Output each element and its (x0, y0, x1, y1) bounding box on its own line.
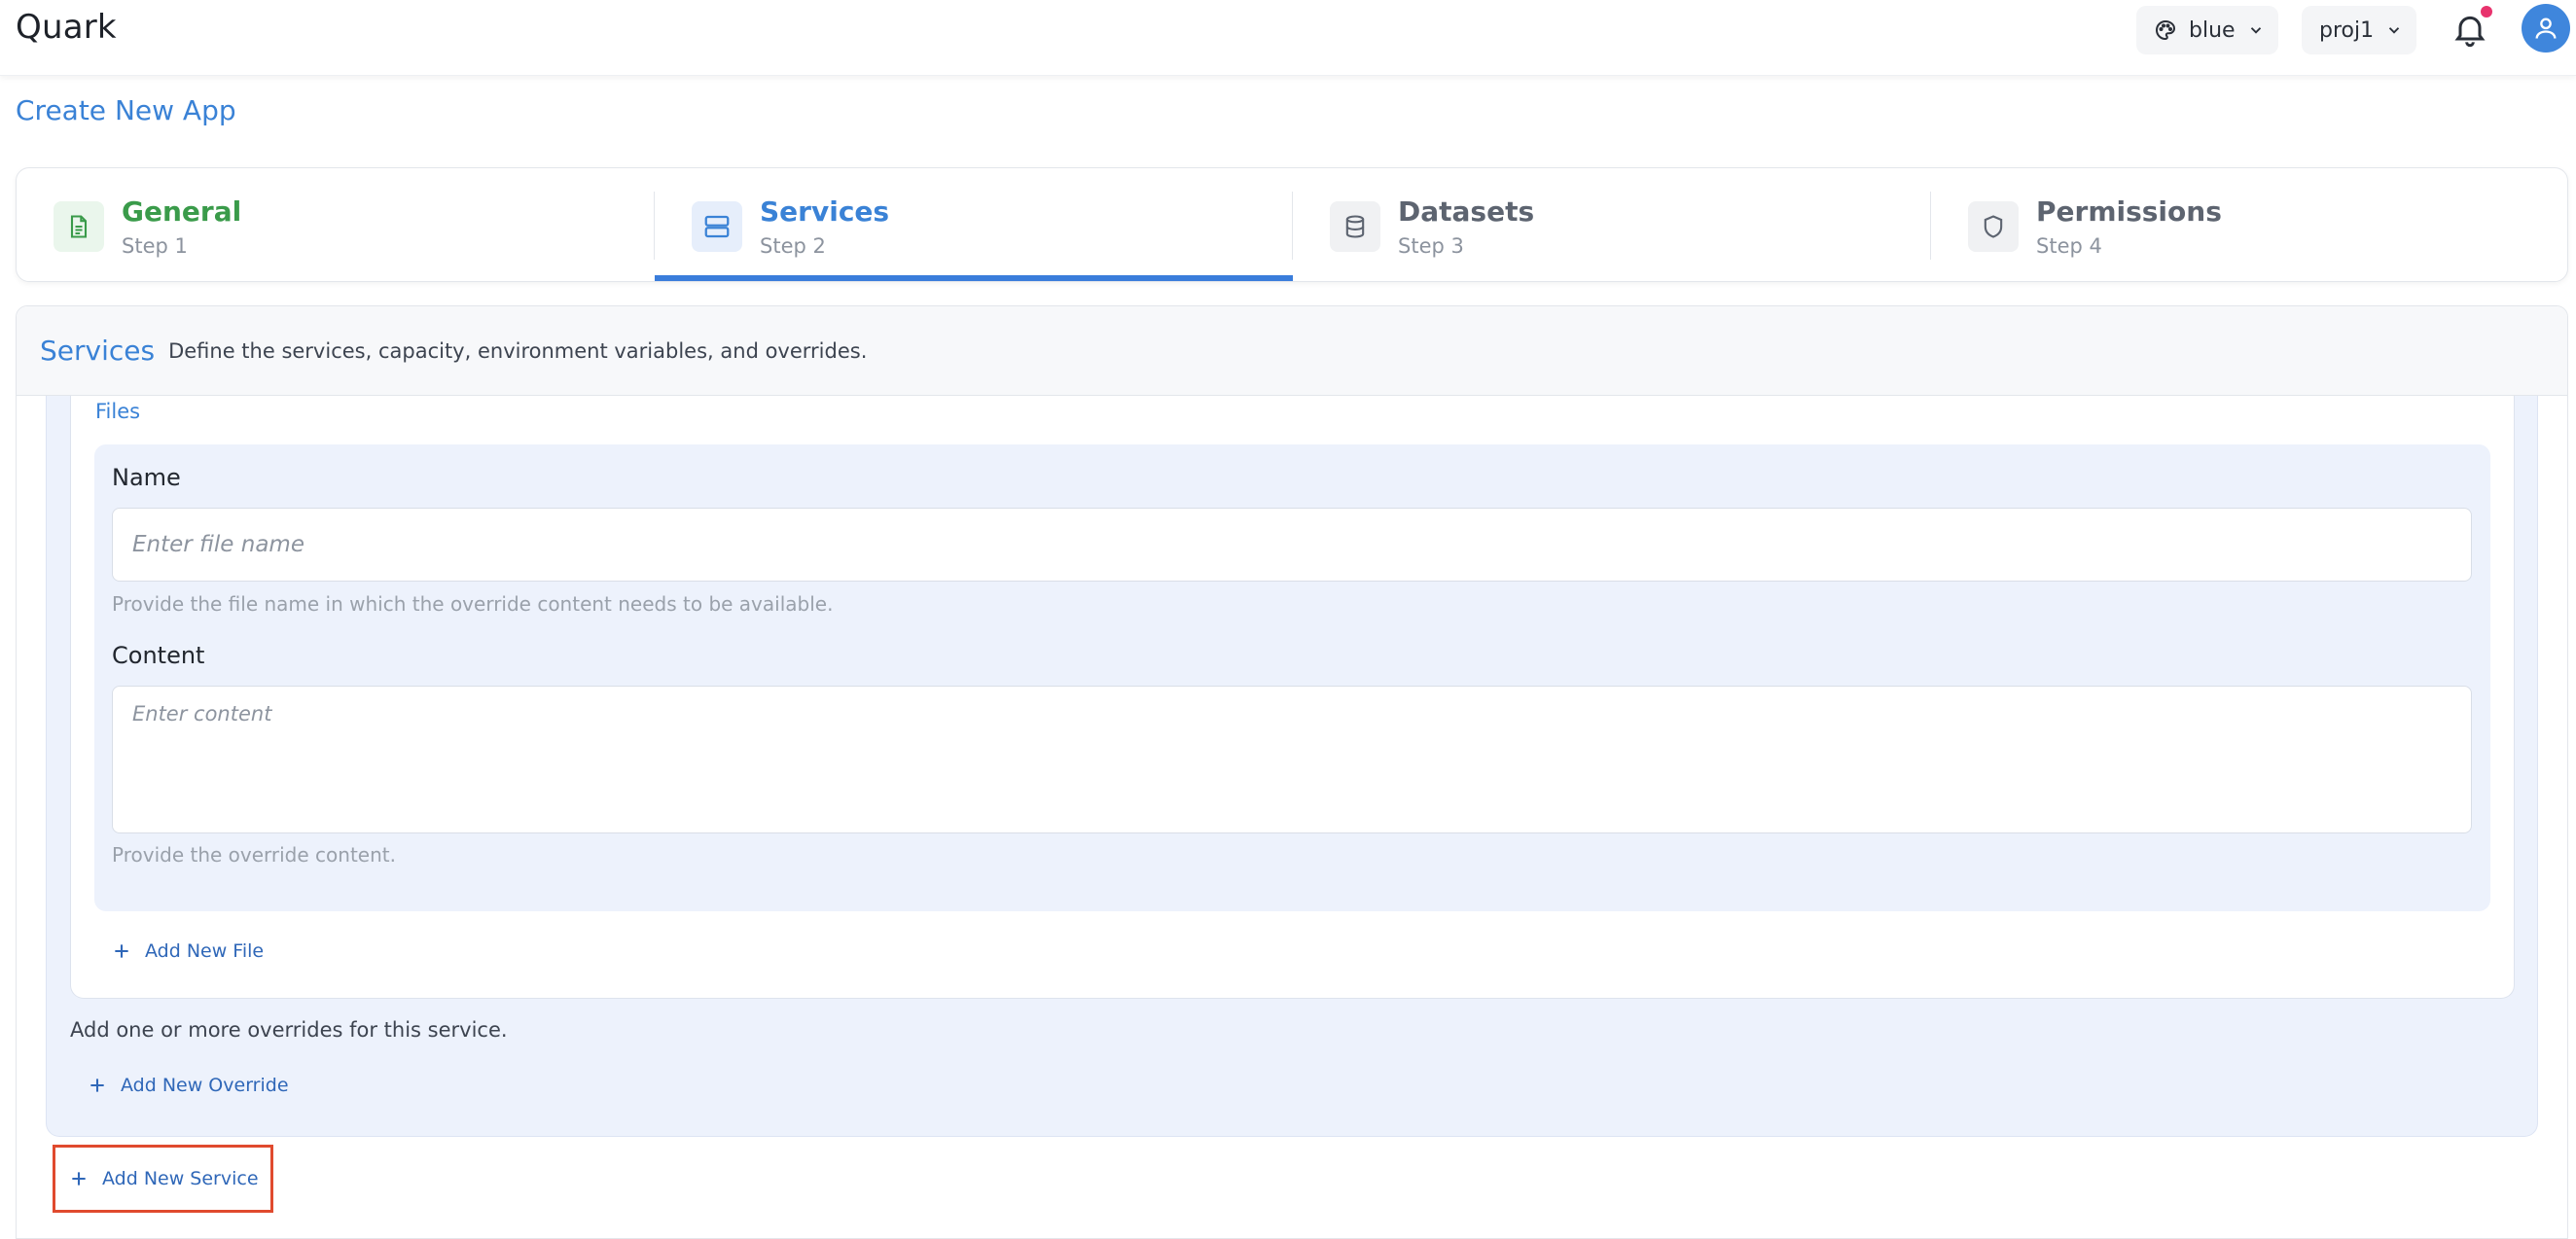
chevron-down-icon (2388, 27, 2400, 34)
shield-icon (1968, 201, 2019, 252)
step-title: Datasets (1398, 195, 1535, 228)
content-hint: Provide the override content. (112, 843, 396, 867)
add-new-file-button[interactable]: Add New File (112, 940, 264, 962)
step-services[interactable]: Services Step 2 (655, 168, 1293, 281)
services-description: Define the services, capacity, environme… (168, 338, 868, 363)
file-name-input[interactable] (112, 508, 2472, 582)
step-general[interactable]: General Step 1 (17, 168, 655, 281)
notification-badge (2481, 6, 2492, 18)
theme-selector-value: blue (2189, 18, 2236, 43)
services-panel: Services Define the services, capacity, … (16, 305, 2568, 1239)
services-heading: Services (40, 335, 156, 367)
step-subtitle: Step 4 (2036, 234, 2102, 258)
file-name-hint: Provide the file name in which the overr… (112, 592, 834, 616)
top-navbar: Quark blue proj1 (0, 0, 2576, 76)
add-new-service-label: Add New Service (102, 1168, 259, 1189)
plus-icon (90, 1079, 104, 1092)
override-card: Files Name Provide the file name in whic… (70, 396, 2515, 999)
files-label: Files (95, 400, 141, 423)
content-textarea[interactable] (112, 686, 2472, 833)
step-permissions[interactable]: Permissions Step 4 (1931, 168, 2567, 281)
server-icon (692, 201, 742, 252)
content-label: Content (112, 642, 205, 669)
user-icon (2535, 18, 2557, 39)
step-subtitle: Step 1 (122, 234, 188, 258)
palette-icon (2156, 19, 2176, 41)
services-header: Services Define the services, capacity, … (17, 306, 2567, 396)
add-new-service-button[interactable]: Add New Service (53, 1145, 273, 1213)
step-datasets[interactable]: Datasets Step 3 (1293, 168, 1931, 281)
service-card: Files Name Provide the file name in whic… (46, 396, 2538, 1137)
add-new-file-label: Add New File (145, 940, 265, 962)
app-logo[interactable]: Quark (16, 8, 117, 47)
overrides-note: Add one or more overrides for this servi… (70, 1018, 508, 1042)
page-title: Create New App (16, 94, 236, 126)
step-subtitle: Step 3 (1398, 234, 1464, 258)
project-selector-value: proj1 (2319, 18, 2375, 43)
step-title: General (122, 195, 242, 228)
file-entry: Name Provide the file name in which the … (94, 444, 2490, 911)
database-icon (1330, 201, 1380, 252)
step-title: Services (760, 195, 890, 228)
plus-icon (115, 944, 128, 958)
file-name-label: Name (112, 464, 181, 491)
wizard-stepper: General Step 1 Services Step 2 Datasets … (16, 167, 2568, 282)
add-new-override-label: Add New Override (121, 1075, 289, 1096)
add-new-override-button[interactable]: Add New Override (88, 1075, 289, 1096)
plus-icon (72, 1172, 86, 1186)
step-title: Permissions (2036, 195, 2222, 228)
document-icon (54, 201, 104, 252)
chevron-down-icon (2250, 27, 2261, 34)
step-subtitle: Step 2 (760, 234, 826, 258)
project-selector[interactable]: proj1 (2302, 6, 2416, 54)
theme-selector[interactable]: blue (2136, 6, 2278, 54)
active-step-indicator (655, 275, 1293, 281)
user-avatar[interactable] (2522, 4, 2570, 53)
